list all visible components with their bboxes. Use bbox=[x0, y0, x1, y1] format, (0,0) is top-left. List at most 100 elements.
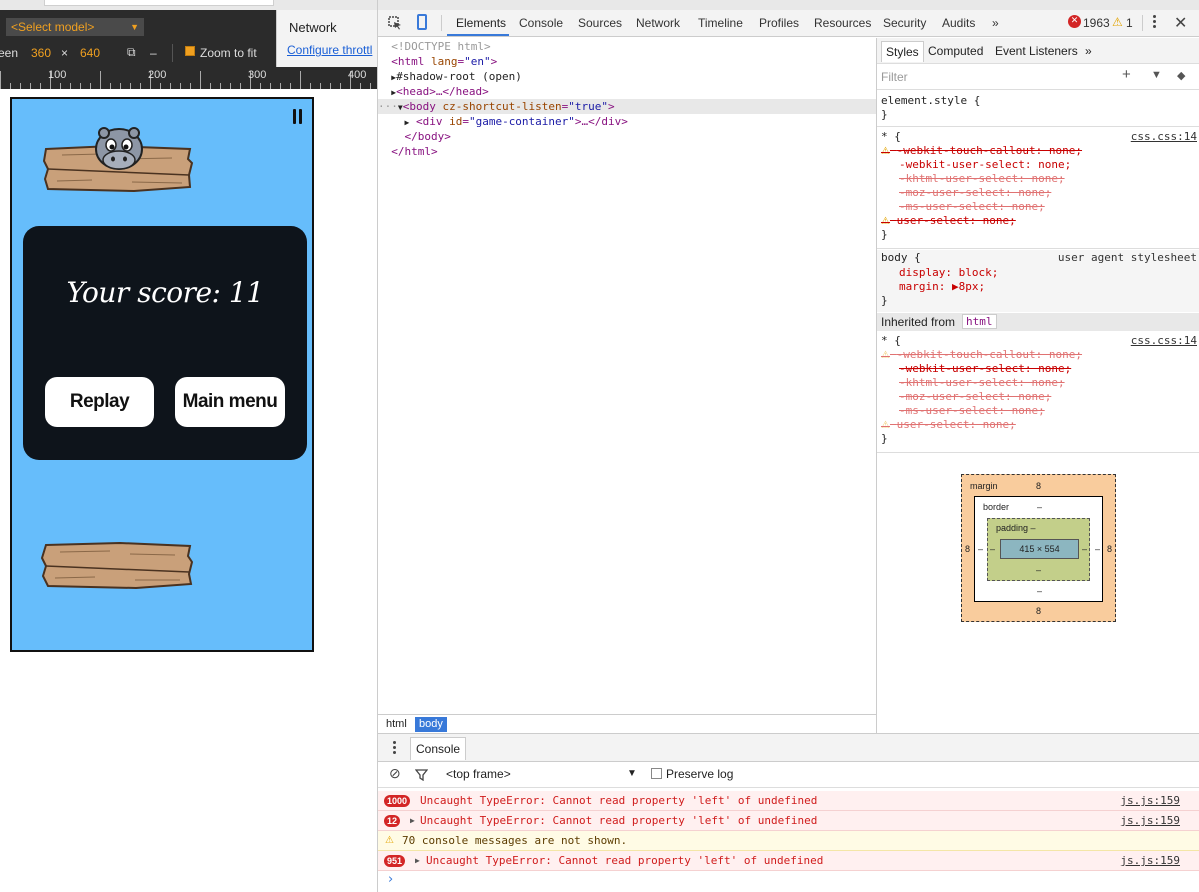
css-property[interactable]: -moz-user-select: none; bbox=[899, 390, 1051, 404]
clear-console-icon[interactable]: ⊘ bbox=[389, 765, 401, 782]
margin-bottom-value[interactable]: 8 bbox=[1036, 606, 1041, 616]
css-property[interactable]: -khtml-user-select: none; bbox=[899, 172, 1065, 186]
pause-icon[interactable] bbox=[292, 109, 304, 125]
margin-top-value[interactable]: 8 bbox=[1036, 481, 1041, 491]
dom-node-body-close[interactable]: </body> bbox=[378, 129, 876, 144]
close-icon[interactable]: ✕ bbox=[1174, 13, 1187, 32]
error-icon[interactable]: ✕ bbox=[1068, 15, 1081, 28]
css-property[interactable]: -webkit-user-select: none; bbox=[899, 362, 1071, 376]
border-bottom-value[interactable]: – bbox=[1037, 586, 1042, 596]
selector[interactable]: body { bbox=[881, 251, 921, 265]
dom-node-game-container[interactable]: ▶ <div id="game-container">…</div> bbox=[378, 114, 876, 129]
css-property[interactable]: -moz-user-select: none; bbox=[899, 186, 1051, 200]
tab-network[interactable]: Network bbox=[636, 16, 680, 30]
dom-node-shadow-root[interactable]: ▶#shadow-root (open) bbox=[378, 69, 876, 84]
filter-icon[interactable] bbox=[415, 769, 428, 781]
tab-sources[interactable]: Sources bbox=[578, 16, 622, 30]
dom-node-html-close[interactable]: </html> bbox=[378, 144, 876, 159]
expand-triangle-icon[interactable]: ▶ bbox=[415, 851, 420, 870]
tab-console[interactable]: Console bbox=[410, 737, 467, 760]
source-link[interactable]: js.js:159 bbox=[1120, 791, 1180, 810]
css-property[interactable]: ⚠ user-select: none; bbox=[881, 214, 1016, 229]
console-message-error[interactable]: 12 ▶ Uncaught TypeError: Cannot read pro… bbox=[378, 811, 1199, 831]
css-property: display: block; bbox=[899, 266, 999, 279]
chevron-down-icon[interactable]: ▼ bbox=[627, 768, 637, 779]
tab-elements[interactable]: Elements bbox=[456, 16, 506, 30]
more-tabs-icon[interactable]: » bbox=[992, 16, 999, 30]
breadcrumb-html[interactable]: html bbox=[382, 717, 411, 732]
css-property[interactable]: ⚠ -webkit-touch-callout: none; bbox=[881, 144, 1082, 159]
source-link[interactable]: js.js:159 bbox=[1120, 811, 1180, 830]
breadcrumb-body[interactable]: body bbox=[415, 717, 447, 732]
tab-console[interactable]: Console bbox=[519, 16, 563, 30]
tab-timeline[interactable]: Timeline bbox=[698, 16, 743, 30]
divider bbox=[877, 126, 1199, 127]
source-link[interactable]: css.css:14 bbox=[1131, 130, 1197, 144]
warning-count[interactable]: 1 bbox=[1126, 16, 1133, 30]
tab-event-listeners[interactable]: Event Listeners bbox=[995, 44, 1078, 58]
ruler-label: 100 bbox=[48, 69, 67, 81]
selector[interactable]: * { bbox=[881, 130, 901, 144]
dom-tree: <!DOCTYPE html> <html lang="en"> ▶#shado… bbox=[378, 38, 876, 715]
preserve-log-checkbox[interactable] bbox=[651, 768, 662, 779]
kebab-menu-icon[interactable] bbox=[1153, 15, 1157, 31]
css-property[interactable]: margin: ▶8px; bbox=[899, 280, 985, 294]
divider bbox=[877, 452, 1199, 453]
source-link[interactable]: css.css:14 bbox=[1131, 334, 1197, 348]
toggle-element-state-icon[interactable]: ◆ bbox=[1177, 69, 1185, 82]
margin-left-value[interactable]: 8 bbox=[965, 544, 970, 554]
css-property[interactable]: ⚠ user-select: none; bbox=[881, 418, 1016, 433]
tab-audits[interactable]: Audits bbox=[942, 16, 975, 30]
replay-button[interactable]: Replay bbox=[45, 377, 154, 427]
expand-triangle-icon[interactable]: ▶ bbox=[410, 811, 415, 830]
box-model-content[interactable]: 415 × 554 bbox=[1000, 539, 1079, 559]
add-rule-icon[interactable]: + bbox=[1122, 66, 1131, 83]
context-select[interactable]: <top frame> bbox=[446, 767, 511, 781]
source-link[interactable]: js.js:159 bbox=[1120, 851, 1180, 870]
dom-node-doctype[interactable]: <!DOCTYPE html> bbox=[378, 39, 876, 54]
dom-node-body[interactable]: ···▼<body cz-shortcut-listen="true"> bbox=[378, 99, 876, 114]
tab-profiles[interactable]: Profiles bbox=[759, 16, 799, 30]
configure-throttling-link[interactable]: Configure throttl bbox=[287, 43, 372, 57]
css-property[interactable]: -webkit-user-select: none; bbox=[899, 158, 1071, 172]
swap-dimensions-icon[interactable]: ⧉ bbox=[127, 45, 136, 60]
main-menu-button[interactable]: Main menu bbox=[175, 377, 285, 427]
screen-width-input[interactable]: 360 bbox=[31, 46, 51, 60]
inherited-from-tag[interactable]: html bbox=[962, 314, 997, 329]
padding-bottom-value[interactable]: – bbox=[1036, 565, 1041, 575]
more-tabs-icon[interactable]: » bbox=[1085, 44, 1092, 58]
tab-resources[interactable]: Resources bbox=[814, 16, 871, 30]
screen-height-input[interactable]: 640 bbox=[80, 46, 100, 60]
device-mode-icon[interactable] bbox=[417, 14, 427, 30]
border-right-value[interactable]: – bbox=[1095, 544, 1100, 554]
console-prompt[interactable]: › bbox=[388, 872, 393, 887]
padding-left-value[interactable]: – bbox=[990, 544, 995, 554]
css-property[interactable]: -khtml-user-select: none; bbox=[899, 376, 1065, 390]
margin-right-value[interactable]: 8 bbox=[1107, 544, 1112, 554]
dom-node-head[interactable]: ▶<head>…</head> bbox=[378, 84, 876, 99]
css-property[interactable]: -ms-user-select: none; bbox=[899, 404, 1045, 418]
warning-icon[interactable]: ⚠ bbox=[1112, 15, 1123, 29]
pin-icon[interactable]: ▼ bbox=[1151, 69, 1162, 81]
border-top-value[interactable]: – bbox=[1037, 502, 1042, 512]
model-select[interactable]: <Select model> ▼ bbox=[6, 18, 144, 36]
css-property[interactable]: ⚠ -webkit-touch-callout: none; bbox=[881, 348, 1082, 363]
tab-computed[interactable]: Computed bbox=[928, 44, 983, 58]
inspect-element-icon[interactable] bbox=[388, 16, 402, 30]
console-message-error[interactable]: 1000 Uncaught TypeError: Cannot read pro… bbox=[378, 791, 1199, 811]
padding-right-value[interactable]: – bbox=[1082, 544, 1087, 554]
css-property[interactable]: -ms-user-select: none; bbox=[899, 200, 1045, 214]
tab-security[interactable]: Security bbox=[883, 16, 926, 30]
selector[interactable]: * { bbox=[881, 334, 901, 348]
tab-styles[interactable]: Styles bbox=[881, 41, 924, 62]
inherited-from-label: Inherited from bbox=[881, 315, 956, 329]
styles-filter-input[interactable]: Filter bbox=[881, 70, 908, 84]
console-message-warning[interactable]: ⚠ 70 console messages are not shown. bbox=[378, 831, 1199, 851]
dom-node-html[interactable]: <html lang="en"> bbox=[378, 54, 876, 69]
drawer-menu-icon[interactable] bbox=[393, 741, 396, 755]
console-message-error[interactable]: 951 ▶ Uncaught TypeError: Cannot read pr… bbox=[378, 851, 1199, 871]
selector[interactable]: element.style { bbox=[881, 94, 980, 108]
border-left-value[interactable]: – bbox=[978, 544, 983, 554]
error-count[interactable]: 1963 bbox=[1083, 16, 1110, 30]
zoom-to-fit-checkbox[interactable] bbox=[185, 46, 195, 56]
